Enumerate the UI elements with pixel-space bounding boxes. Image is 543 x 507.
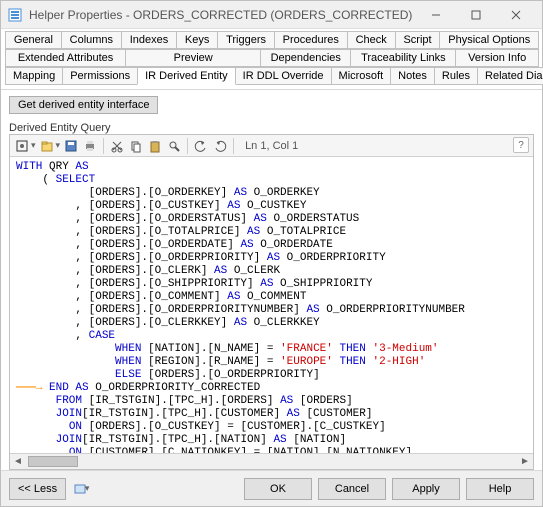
print-icon[interactable] — [82, 138, 98, 154]
tab-triggers[interactable]: Triggers — [217, 31, 275, 49]
tab-permissions[interactable]: Permissions — [62, 67, 138, 85]
open-icon[interactable] — [39, 138, 55, 154]
scroll-right-arrow[interactable]: ► — [517, 455, 533, 469]
open-dropdown-icon[interactable]: ▾ — [56, 140, 61, 151]
group-label: Derived Entity Query — [9, 122, 534, 134]
paste-icon[interactable] — [147, 138, 163, 154]
undo-icon[interactable] — [193, 138, 209, 154]
tab-dependencies[interactable]: Dependencies — [260, 49, 351, 67]
minimize-button[interactable] — [416, 3, 456, 27]
edit-dropdown-icon[interactable]: ▾ — [31, 140, 36, 151]
tab-columns[interactable]: Columns — [61, 31, 122, 49]
tab-ir-ddl-override[interactable]: IR DDL Override — [235, 67, 332, 85]
titlebar[interactable]: Helper Properties - ORDERS_CORRECTED (OR… — [1, 1, 542, 29]
maximize-button[interactable] — [456, 3, 496, 27]
tab-rules[interactable]: Rules — [434, 67, 478, 85]
tab-bar: GeneralColumnsIndexesKeysTriggersProcedu… — [1, 29, 542, 90]
editor-frame: ▾ ▾ Ln 1, Col 1 ? WITH QRY AS ( SELECT [… — [9, 134, 534, 470]
options-icon[interactable]: ▾ — [72, 480, 90, 498]
cancel-button[interactable]: Cancel — [318, 478, 386, 500]
dialog-window: Helper Properties - ORDERS_CORRECTED (OR… — [0, 0, 543, 507]
tab-keys[interactable]: Keys — [176, 31, 218, 49]
scroll-thumb[interactable] — [28, 456, 78, 467]
tab-version-info[interactable]: Version Info — [455, 49, 539, 67]
horizontal-scrollbar[interactable]: ◄ ► — [10, 453, 533, 469]
tab-extended-attributes[interactable]: Extended Attributes — [5, 49, 126, 67]
app-icon — [7, 7, 23, 23]
code-area[interactable]: WITH QRY AS ( SELECT [ORDERS].[O_ORDERKE… — [10, 157, 533, 453]
dialog-footer: << Less ▾ OK Cancel Apply Help — [1, 470, 542, 506]
tab-microsoft[interactable]: Microsoft — [331, 67, 392, 85]
tab-notes[interactable]: Notes — [390, 67, 435, 85]
cut-icon[interactable] — [109, 138, 125, 154]
redo-icon[interactable] — [212, 138, 228, 154]
tab-related-diagrams[interactable]: Related Diagrams — [477, 67, 543, 85]
tab-script[interactable]: Script — [395, 31, 441, 49]
apply-button[interactable]: Apply — [392, 478, 460, 500]
tab-preview[interactable]: Preview — [125, 49, 261, 67]
tab-indexes[interactable]: Indexes — [121, 31, 177, 49]
save-icon[interactable] — [63, 138, 79, 154]
help-button[interactable]: Help — [466, 478, 534, 500]
copy-icon[interactable] — [128, 138, 144, 154]
tab-procedures[interactable]: Procedures — [274, 31, 348, 49]
tab-physical-options[interactable]: Physical Options — [439, 31, 539, 49]
tab-mapping[interactable]: Mapping — [5, 67, 63, 85]
sql-editor[interactable]: WITH QRY AS ( SELECT [ORDERS].[O_ORDERKE… — [10, 157, 533, 453]
window-title: Helper Properties - ORDERS_CORRECTED (OR… — [29, 8, 416, 22]
ok-button[interactable]: OK — [244, 478, 312, 500]
tab-ir-derived-entity[interactable]: IR Derived Entity — [137, 67, 236, 85]
find-icon[interactable] — [166, 138, 182, 154]
editor-toolbar: ▾ ▾ Ln 1, Col 1 ? — [10, 135, 533, 157]
sub-toolbar: Get derived entity interface — [1, 90, 542, 120]
scroll-left-arrow[interactable]: ◄ — [10, 455, 26, 469]
get-derived-entity-interface-button[interactable]: Get derived entity interface — [9, 96, 158, 114]
tab-check[interactable]: Check — [347, 31, 396, 49]
tab-general[interactable]: General — [5, 31, 62, 49]
less-button[interactable]: << Less — [9, 478, 66, 500]
edit-icon[interactable] — [14, 138, 30, 154]
close-button[interactable] — [496, 3, 536, 27]
editor-help-icon[interactable]: ? — [513, 137, 529, 153]
tab-traceability-links[interactable]: Traceability Links — [350, 49, 456, 67]
cursor-position: Ln 1, Col 1 — [245, 140, 298, 152]
